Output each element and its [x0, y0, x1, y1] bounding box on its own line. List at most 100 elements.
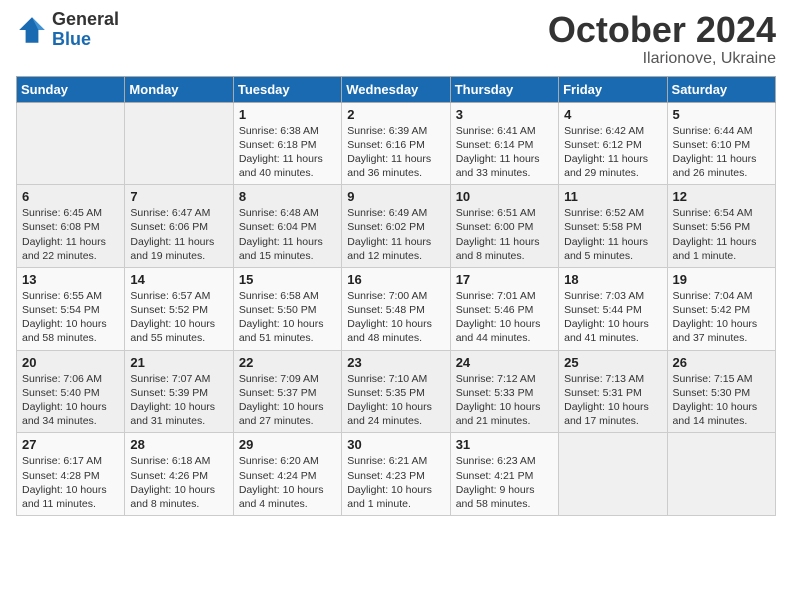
day-info: Sunrise: 6:18 AM Sunset: 4:26 PM Dayligh…	[130, 454, 227, 511]
weekday-header-row: SundayMondayTuesdayWednesdayThursdayFrid…	[17, 76, 776, 102]
day-cell: 24Sunrise: 7:12 AM Sunset: 5:33 PM Dayli…	[450, 350, 558, 433]
day-number: 28	[130, 437, 227, 452]
day-info: Sunrise: 6:58 AM Sunset: 5:50 PM Dayligh…	[239, 289, 336, 346]
day-cell: 29 Sunrise: 6:20 AM Sunset: 4:24 PM Dayli…	[233, 433, 341, 516]
weekday-friday: Friday	[559, 76, 667, 102]
logo-blue-text: Blue	[52, 30, 119, 50]
day-cell: 5 Sunrise: 6:44 AM Sunset: 6:10 PM Daylig…	[667, 102, 775, 185]
day-cell: 18 Sunrise: 7:03 AM Sunset: 5:44 PM Dayli…	[559, 267, 667, 350]
day-cell: 2 Sunrise: 6:39 AM Sunset: 6:16 PM Daylig…	[342, 102, 450, 185]
day-number: 24	[456, 355, 553, 370]
day-cell: 8Sunrise: 6:48 AM Sunset: 6:04 PM Daylig…	[233, 185, 341, 268]
day-number: 11	[564, 189, 661, 204]
day-number: 30	[347, 437, 444, 452]
day-info: Sunrise: 6:20 AM Sunset: 4:24 PM Dayligh…	[239, 454, 336, 511]
day-info: Sunrise: 6:23 AM Sunset: 4:21 PM Dayligh…	[456, 454, 553, 511]
day-info: Sunrise: 7:09 AM Sunset: 5:37 PM Dayligh…	[239, 372, 336, 429]
week-row-4: 20Sunrise: 7:06 AM Sunset: 5:40 PM Dayli…	[17, 350, 776, 433]
day-info: Sunrise: 6:42 AM Sunset: 6:12 PM Dayligh…	[564, 124, 661, 181]
day-info: Sunrise: 7:15 AM Sunset: 5:30 PM Dayligh…	[673, 372, 770, 429]
weekday-sunday: Sunday	[17, 76, 125, 102]
day-info: Sunrise: 6:17 AM Sunset: 4:28 PM Dayligh…	[22, 454, 119, 511]
day-info: Sunrise: 7:06 AM Sunset: 5:40 PM Dayligh…	[22, 372, 119, 429]
day-info: Sunrise: 6:39 AM Sunset: 6:16 PM Dayligh…	[347, 124, 444, 181]
day-number: 15	[239, 272, 336, 287]
weekday-saturday: Saturday	[667, 76, 775, 102]
day-cell: 1 Sunrise: 6:38 AM Sunset: 6:18 PM Daylig…	[233, 102, 341, 185]
day-cell: 30Sunrise: 6:21 AM Sunset: 4:23 PM Dayli…	[342, 433, 450, 516]
day-cell: 27 Sunrise: 6:17 AM Sunset: 4:28 PM Dayli…	[17, 433, 125, 516]
day-number: 7	[130, 189, 227, 204]
day-cell	[667, 433, 775, 516]
day-number: 27	[22, 437, 119, 452]
day-info: Sunrise: 6:57 AM Sunset: 5:52 PM Dayligh…	[130, 289, 227, 346]
day-cell: 14 Sunrise: 6:57 AM Sunset: 5:52 PM Dayli…	[125, 267, 233, 350]
day-cell: 6Sunrise: 6:45 AM Sunset: 6:08 PM Daylig…	[17, 185, 125, 268]
calendar-body: 1 Sunrise: 6:38 AM Sunset: 6:18 PM Daylig…	[17, 102, 776, 515]
week-row-2: 6Sunrise: 6:45 AM Sunset: 6:08 PM Daylig…	[17, 185, 776, 268]
weekday-wednesday: Wednesday	[342, 76, 450, 102]
day-number: 13	[22, 272, 119, 287]
day-number: 17	[456, 272, 553, 287]
day-number: 5	[673, 107, 770, 122]
day-cell: 12Sunrise: 6:54 AM Sunset: 5:56 PM Dayli…	[667, 185, 775, 268]
day-cell: 4 Sunrise: 6:42 AM Sunset: 6:12 PM Daylig…	[559, 102, 667, 185]
day-number: 18	[564, 272, 661, 287]
day-number: 3	[456, 107, 553, 122]
day-cell: 20Sunrise: 7:06 AM Sunset: 5:40 PM Dayli…	[17, 350, 125, 433]
logo: General Blue	[16, 10, 119, 50]
logo-general-text: General	[52, 10, 119, 30]
day-number: 31	[456, 437, 553, 452]
logo-icon	[16, 14, 48, 46]
day-number: 2	[347, 107, 444, 122]
day-cell: 28 Sunrise: 6:18 AM Sunset: 4:26 PM Dayli…	[125, 433, 233, 516]
page: General Blue October 2024 Ilarionove, Uk…	[0, 0, 792, 612]
week-row-5: 27 Sunrise: 6:17 AM Sunset: 4:28 PM Dayli…	[17, 433, 776, 516]
day-info: Sunrise: 6:45 AM Sunset: 6:08 PM Dayligh…	[22, 206, 119, 263]
location-title: Ilarionove, Ukraine	[548, 50, 776, 68]
day-number: 29	[239, 437, 336, 452]
day-info: Sunrise: 7:04 AM Sunset: 5:42 PM Dayligh…	[673, 289, 770, 346]
day-cell: 19 Sunrise: 7:04 AM Sunset: 5:42 PM Dayli…	[667, 267, 775, 350]
day-number: 21	[130, 355, 227, 370]
weekday-monday: Monday	[125, 76, 233, 102]
day-number: 4	[564, 107, 661, 122]
day-info: Sunrise: 6:51 AM Sunset: 6:00 PM Dayligh…	[456, 206, 553, 263]
title-block: October 2024 Ilarionove, Ukraine	[548, 10, 776, 68]
weekday-thursday: Thursday	[450, 76, 558, 102]
day-number: 9	[347, 189, 444, 204]
day-cell: 22 Sunrise: 7:09 AM Sunset: 5:37 PM Dayli…	[233, 350, 341, 433]
day-info: Sunrise: 7:10 AM Sunset: 5:35 PM Dayligh…	[347, 372, 444, 429]
day-info: Sunrise: 6:47 AM Sunset: 6:06 PM Dayligh…	[130, 206, 227, 263]
day-number: 8	[239, 189, 336, 204]
day-cell	[559, 433, 667, 516]
day-cell: 17 Sunrise: 7:01 AM Sunset: 5:46 PM Dayli…	[450, 267, 558, 350]
day-number: 14	[130, 272, 227, 287]
day-info: Sunrise: 7:13 AM Sunset: 5:31 PM Dayligh…	[564, 372, 661, 429]
day-info: Sunrise: 6:44 AM Sunset: 6:10 PM Dayligh…	[673, 124, 770, 181]
day-cell: 15 Sunrise: 6:58 AM Sunset: 5:50 PM Dayli…	[233, 267, 341, 350]
day-number: 23	[347, 355, 444, 370]
day-info: Sunrise: 7:07 AM Sunset: 5:39 PM Dayligh…	[130, 372, 227, 429]
day-cell: 10Sunrise: 6:51 AM Sunset: 6:00 PM Dayli…	[450, 185, 558, 268]
day-cell: 9Sunrise: 6:49 AM Sunset: 6:02 PM Daylig…	[342, 185, 450, 268]
day-info: Sunrise: 6:41 AM Sunset: 6:14 PM Dayligh…	[456, 124, 553, 181]
day-cell: 21 Sunrise: 7:07 AM Sunset: 5:39 PM Dayli…	[125, 350, 233, 433]
day-info: Sunrise: 6:52 AM Sunset: 5:58 PM Dayligh…	[564, 206, 661, 263]
day-info: Sunrise: 7:00 AM Sunset: 5:48 PM Dayligh…	[347, 289, 444, 346]
day-cell: 7 Sunrise: 6:47 AM Sunset: 6:06 PM Daylig…	[125, 185, 233, 268]
day-info: Sunrise: 7:03 AM Sunset: 5:44 PM Dayligh…	[564, 289, 661, 346]
day-number: 16	[347, 272, 444, 287]
week-row-1: 1 Sunrise: 6:38 AM Sunset: 6:18 PM Daylig…	[17, 102, 776, 185]
day-number: 19	[673, 272, 770, 287]
day-info: Sunrise: 6:55 AM Sunset: 5:54 PM Dayligh…	[22, 289, 119, 346]
day-number: 1	[239, 107, 336, 122]
day-info: Sunrise: 7:01 AM Sunset: 5:46 PM Dayligh…	[456, 289, 553, 346]
day-cell: 16 Sunrise: 7:00 AM Sunset: 5:48 PM Dayli…	[342, 267, 450, 350]
day-info: Sunrise: 6:54 AM Sunset: 5:56 PM Dayligh…	[673, 206, 770, 263]
day-cell: 25Sunrise: 7:13 AM Sunset: 5:31 PM Dayli…	[559, 350, 667, 433]
day-cell: 11 Sunrise: 6:52 AM Sunset: 5:58 PM Dayli…	[559, 185, 667, 268]
day-cell: 31 Sunrise: 6:23 AM Sunset: 4:21 PM Dayli…	[450, 433, 558, 516]
day-info: Sunrise: 6:38 AM Sunset: 6:18 PM Dayligh…	[239, 124, 336, 181]
day-number: 22	[239, 355, 336, 370]
